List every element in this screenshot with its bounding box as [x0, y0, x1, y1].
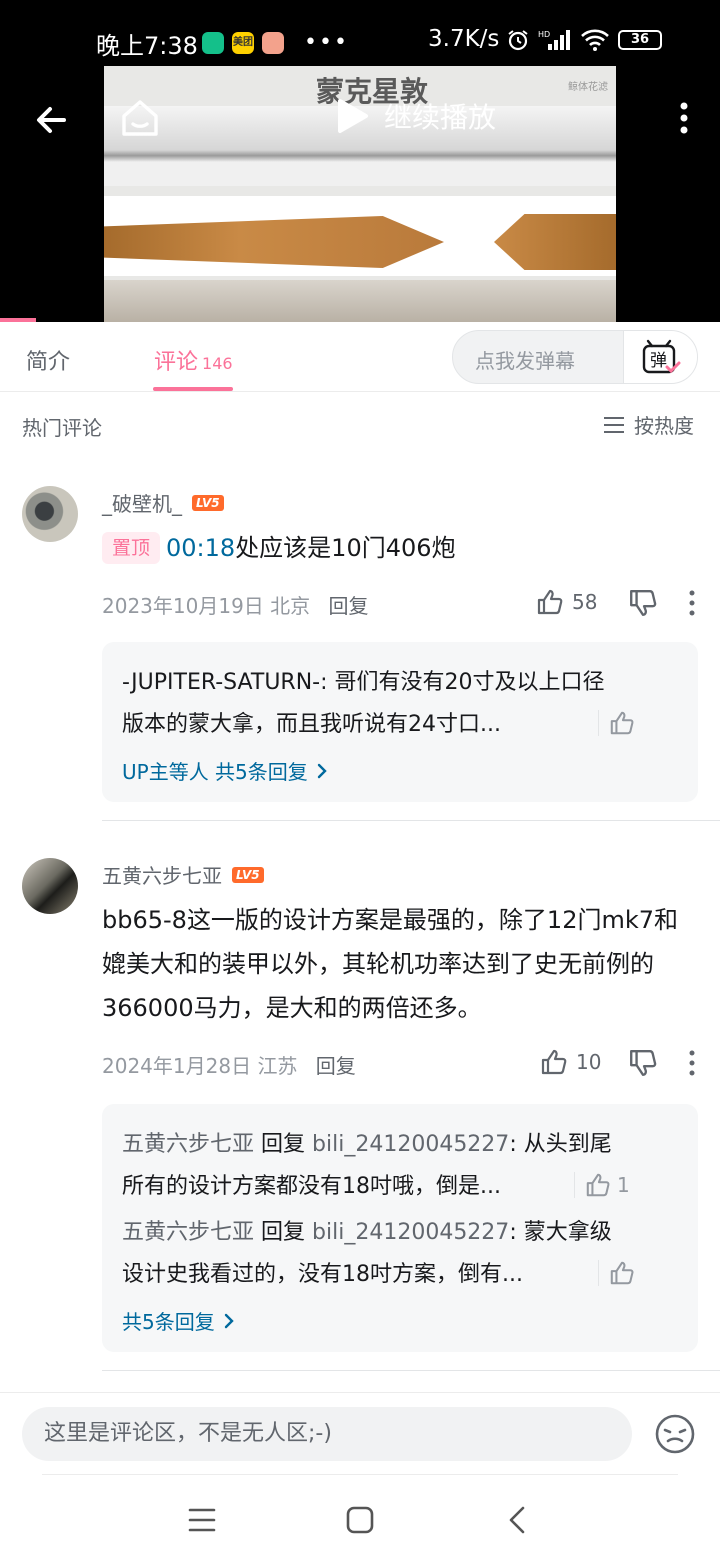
tab-comments[interactable]: 评论 146: [154, 344, 233, 376]
continue-play-button[interactable]: 继续播放: [334, 96, 496, 136]
status-right-icons: HD 36: [506, 28, 662, 52]
danmaku-icon-char: 弹: [650, 351, 667, 371]
view-more-replies[interactable]: 共5条回复: [122, 1306, 235, 1335]
reply-button[interactable]: 回复: [329, 594, 369, 618]
comment-text: 置顶 00:18处应该是10门406炮: [102, 526, 682, 570]
continue-play-label: 继续播放: [384, 101, 497, 134]
comment-more-icon[interactable]: [688, 590, 696, 616]
level-badge: LV5: [192, 494, 224, 511]
username: _破壁机_: [102, 492, 182, 516]
avatar[interactable]: [22, 486, 78, 542]
mascot-app-icon: [262, 31, 284, 54]
username: 五黄六步七亚: [102, 864, 222, 888]
comment-more-icon[interactable]: [688, 1050, 696, 1076]
comment-meta: 2023年10月19日 北京 回复: [102, 590, 369, 619]
comment-body: 处应该是10门406炮: [235, 534, 456, 562]
like-count: 10: [576, 1050, 602, 1074]
comment-date: 2023年10月19日: [102, 594, 264, 618]
comment-divider: [102, 820, 720, 821]
comment-input[interactable]: 这里是评论区，不是无人区;-): [22, 1407, 632, 1461]
reply-like-count: 1: [617, 1173, 630, 1197]
comment-date: 2024年1月28日: [102, 1054, 252, 1078]
status-bar: 晚上7:38 美团 ••• 3.7K/s HD 36: [0, 0, 720, 66]
reply-preview-text: 五黄六步七亚 回复 bili_24120045227: 蒙大拿级设计史我看过的，…: [122, 1220, 612, 1287]
thumb-down-icon[interactable]: [628, 1048, 658, 1078]
back-arrow-icon[interactable]: [30, 98, 74, 142]
nav-divider: [42, 1474, 678, 1475]
reply-preview-text: -JUPITER-SATURN-: 哥们有没有20寸及以上口径版本的蒙大拿，而且…: [122, 670, 605, 737]
comment-item: 五黄六步七亚 LV5 bb65-8这一版的设计方案是最强的，除了12门mk7和媲…: [0, 858, 720, 1358]
reply-preview-box[interactable]: 五黄六步七亚 回复 bili_24120045227: 从头到尾所有的设计方案都…: [102, 1104, 698, 1352]
home-icon[interactable]: [118, 96, 162, 140]
comment-username[interactable]: 五黄六步七亚 LV5: [102, 860, 264, 889]
shield-app-icon: [202, 31, 224, 54]
reply-like-button[interactable]: 1: [574, 1172, 630, 1198]
video-player[interactable]: 蒙克星敦 鲸体花滤 继续播放: [0, 66, 720, 322]
chevron-left-icon[interactable]: [498, 1500, 538, 1540]
comment-location: 江苏: [257, 1054, 298, 1078]
comment-meta: 2024年1月28日 江苏 回复: [102, 1050, 356, 1079]
chevron-right-icon: [224, 1313, 234, 1328]
sort-button[interactable]: 按热度: [602, 410, 694, 439]
thumbnail-watermark: 鲸体花滤: [568, 82, 608, 93]
thumb-up-icon: [610, 1261, 634, 1285]
tab-intro[interactable]: 简介: [26, 344, 70, 376]
tab-comments-count: 146: [202, 354, 233, 373]
wifi-icon: [581, 29, 609, 51]
active-tab-indicator: [153, 387, 233, 391]
level-badge: LV5: [232, 866, 264, 883]
square-icon[interactable]: [340, 1500, 380, 1540]
hd-label: HD: [538, 30, 550, 39]
like-button[interactable]: 58: [536, 588, 597, 616]
battery-icon: 36: [618, 30, 662, 50]
comment-location: 北京: [270, 594, 311, 618]
reply-preview-text: 五黄六步七亚 回复 bili_24120045227: 从头到尾所有的设计方案都…: [122, 1132, 612, 1199]
hot-comments-title: 热门评论: [22, 416, 102, 440]
reply-like-button[interactable]: [598, 710, 641, 736]
tab-bar: 简介 评论 146 点我发弹幕 弹: [0, 322, 720, 392]
comment-item: _破壁机_ LV5 置顶 00:18处应该是10门406炮 2023年10月19日…: [0, 486, 720, 816]
more-vertical-icon[interactable]: [672, 100, 696, 136]
tab-comments-label: 评论: [154, 350, 199, 375]
thumb-up-icon: [537, 589, 563, 615]
danmaku-input[interactable]: 点我发弹幕 弹: [452, 330, 698, 384]
emoji-icon[interactable]: [654, 1413, 696, 1455]
thumb-up-icon: [541, 1049, 567, 1075]
thumb-up-icon: [610, 711, 634, 735]
sort-label: 按热度: [634, 414, 694, 438]
system-navigation-bar: [0, 1476, 720, 1560]
pinned-badge: 置顶: [102, 532, 161, 564]
alarm-icon: [508, 30, 528, 51]
danmaku-icon: 弹: [642, 339, 680, 374]
thumbnail-bottom-strip: [104, 280, 616, 322]
comment-username[interactable]: _破壁机_ LV5: [102, 488, 224, 517]
timestamp-link[interactable]: 00:18: [166, 534, 235, 562]
avatar[interactable]: [22, 858, 78, 914]
thumb-up-icon: [586, 1173, 610, 1197]
like-count: 58: [572, 590, 598, 614]
play-icon: [338, 99, 368, 133]
chevron-right-icon: [317, 763, 327, 778]
comment-divider: [102, 1370, 720, 1371]
status-time: 晚上7:38: [96, 32, 198, 60]
comment-input-bar: 这里是评论区，不是无人区;-): [0, 1392, 720, 1474]
status-app-icons: 美团 •••: [202, 30, 349, 55]
danmaku-toggle-button[interactable]: 弹: [623, 331, 697, 383]
network-speed: 3.7K/s: [428, 26, 500, 52]
reply-like-button[interactable]: [598, 1260, 641, 1286]
reply-preview-box[interactable]: -JUPITER-SATURN-: 哥们有没有20寸及以上口径版本的蒙大拿，而且…: [102, 642, 698, 802]
more-replies-label: 共5条回复: [122, 1310, 215, 1334]
menu-icon[interactable]: [182, 1500, 222, 1540]
thumb-down-icon[interactable]: [628, 588, 658, 618]
meituan-app-icon: 美团: [232, 31, 254, 54]
more-notifications-icon: •••: [304, 30, 349, 55]
sort-lines-icon: [604, 416, 624, 433]
signal-icon: HD: [538, 30, 570, 50]
danmaku-placeholder: 点我发弹幕: [475, 349, 575, 373]
comment-text: bb65-8这一版的设计方案是最强的，除了12门mk7和媲美大和的装甲以外，其轮…: [102, 906, 679, 1022]
reply-button[interactable]: 回复: [316, 1054, 356, 1078]
view-more-replies[interactable]: UP主等人 共5条回复: [122, 756, 328, 785]
more-replies-label: UP主等人 共5条回复: [122, 760, 308, 784]
like-button[interactable]: 10: [540, 1048, 601, 1076]
